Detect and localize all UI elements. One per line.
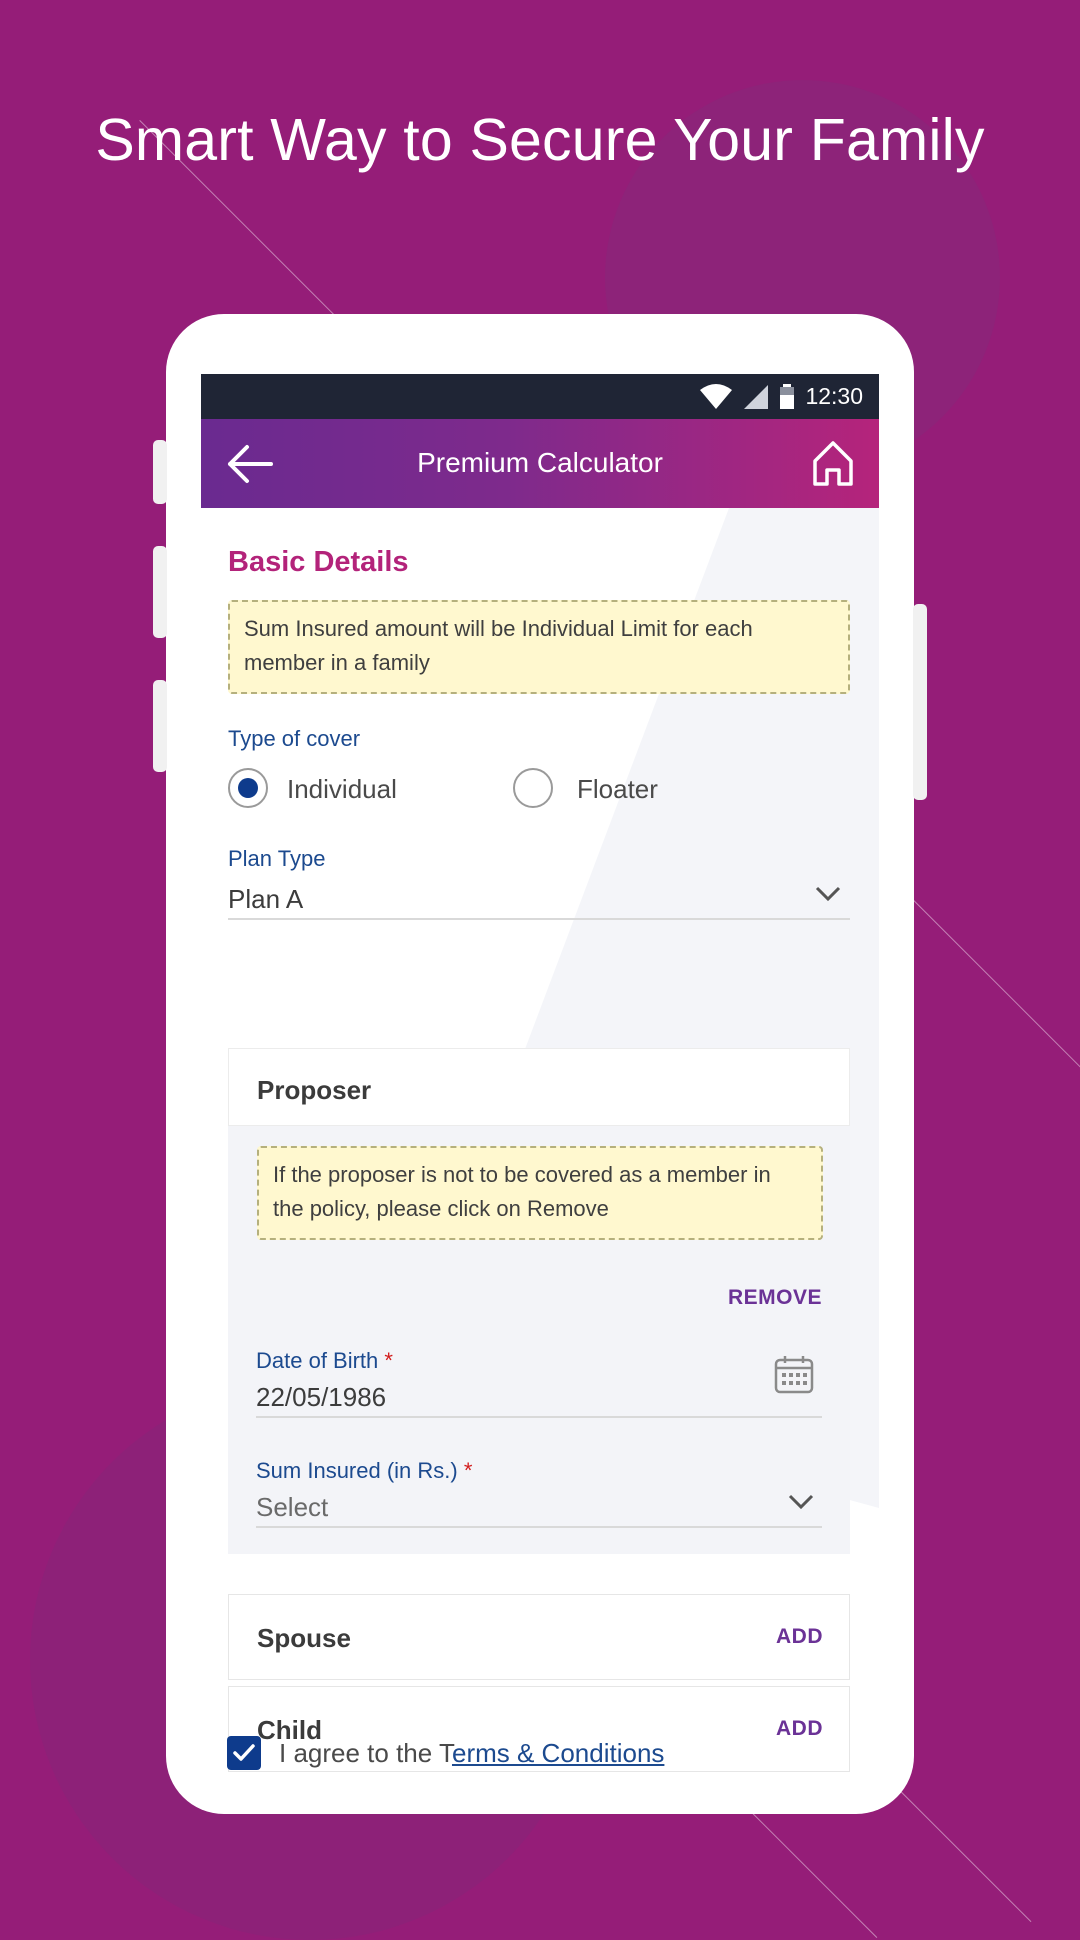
- phone-side-button: [153, 440, 167, 504]
- background-line: [913, 900, 1080, 1071]
- wifi-icon: [699, 383, 733, 410]
- agree-text-prefix: I agree to the T: [279, 1738, 452, 1768]
- type-of-cover-label: Type of cover: [228, 726, 361, 751]
- dob-underline: [256, 1416, 822, 1418]
- add-spouse-button[interactable]: ADD: [776, 1625, 823, 1649]
- radio-floater[interactable]: [513, 768, 553, 808]
- member-card-spouse: Spouse ADD: [228, 1594, 850, 1680]
- section-title: Basic Details: [228, 546, 409, 578]
- form-content: Basic Details Sum Insured amount will be…: [201, 508, 879, 1804]
- app-bar: Premium Calculator: [201, 419, 879, 508]
- agree-checkbox[interactable]: [227, 1736, 261, 1770]
- proposer-note-text: If the proposer is not to be covered as …: [273, 1162, 771, 1221]
- plan-type-label: Plan Type: [228, 846, 326, 871]
- app-screen: 12:30 Premium Calculator Basic Details S…: [201, 374, 879, 1804]
- calendar-icon[interactable]: [774, 1354, 814, 1394]
- proposer-title: Proposer: [257, 1075, 372, 1105]
- required-mark: *: [384, 1348, 393, 1373]
- required-mark: *: [463, 1458, 473, 1483]
- agree-text: I agree to the Terms & Conditions: [279, 1738, 664, 1769]
- sum-insured-underline: [256, 1526, 822, 1528]
- checkmark-icon: [233, 1744, 255, 1761]
- chevron-down-icon[interactable]: [815, 886, 841, 902]
- dob-label-text: Date of Birth: [256, 1348, 379, 1373]
- headline: Smart Way to Secure Your Family: [95, 107, 985, 173]
- phone-side-button: [153, 680, 167, 772]
- sum-insured-label: Sum Insured (in Rs.) *: [256, 1458, 472, 1484]
- radio-floater-label[interactable]: Floater: [577, 774, 658, 805]
- battery-icon: [779, 383, 795, 410]
- plan-type-underline: [228, 918, 850, 920]
- background-line: [749, 1810, 878, 1938]
- dob-label: Date of Birth *: [256, 1348, 393, 1374]
- info-note-text: Sum Insured amount will be Individual Li…: [244, 616, 753, 675]
- status-time: 12:30: [805, 383, 863, 409]
- chevron-down-icon[interactable]: [788, 1494, 814, 1510]
- plan-type-select[interactable]: Plan A: [228, 884, 303, 915]
- proposer-note: If the proposer is not to be covered as …: [257, 1146, 823, 1240]
- signal-icon: [743, 384, 769, 410]
- dob-input[interactable]: 22/05/1986: [256, 1382, 386, 1413]
- sum-insured-label-text: Sum Insured (in Rs.): [256, 1458, 458, 1483]
- add-child-button[interactable]: ADD: [776, 1717, 823, 1741]
- phone-side-button: [913, 604, 927, 800]
- status-bar: 12:30: [201, 374, 879, 419]
- page-title: Premium Calculator: [417, 447, 663, 478]
- phone-side-button: [153, 546, 167, 638]
- home-icon[interactable]: [811, 439, 855, 487]
- proposer-card: Proposer If the proposer is not to be co…: [228, 1048, 850, 1554]
- info-note: Sum Insured amount will be Individual Li…: [228, 600, 850, 694]
- member-name: Spouse: [257, 1623, 351, 1653]
- radio-individual-label[interactable]: Individual: [287, 774, 397, 805]
- proposer-header: Proposer: [228, 1048, 850, 1126]
- radio-individual[interactable]: [228, 768, 268, 808]
- remove-button[interactable]: REMOVE: [728, 1286, 822, 1310]
- sum-insured-select[interactable]: Select: [256, 1492, 328, 1523]
- terms-link[interactable]: erms & Conditions: [452, 1738, 664, 1768]
- background-line: [889, 1780, 1032, 1923]
